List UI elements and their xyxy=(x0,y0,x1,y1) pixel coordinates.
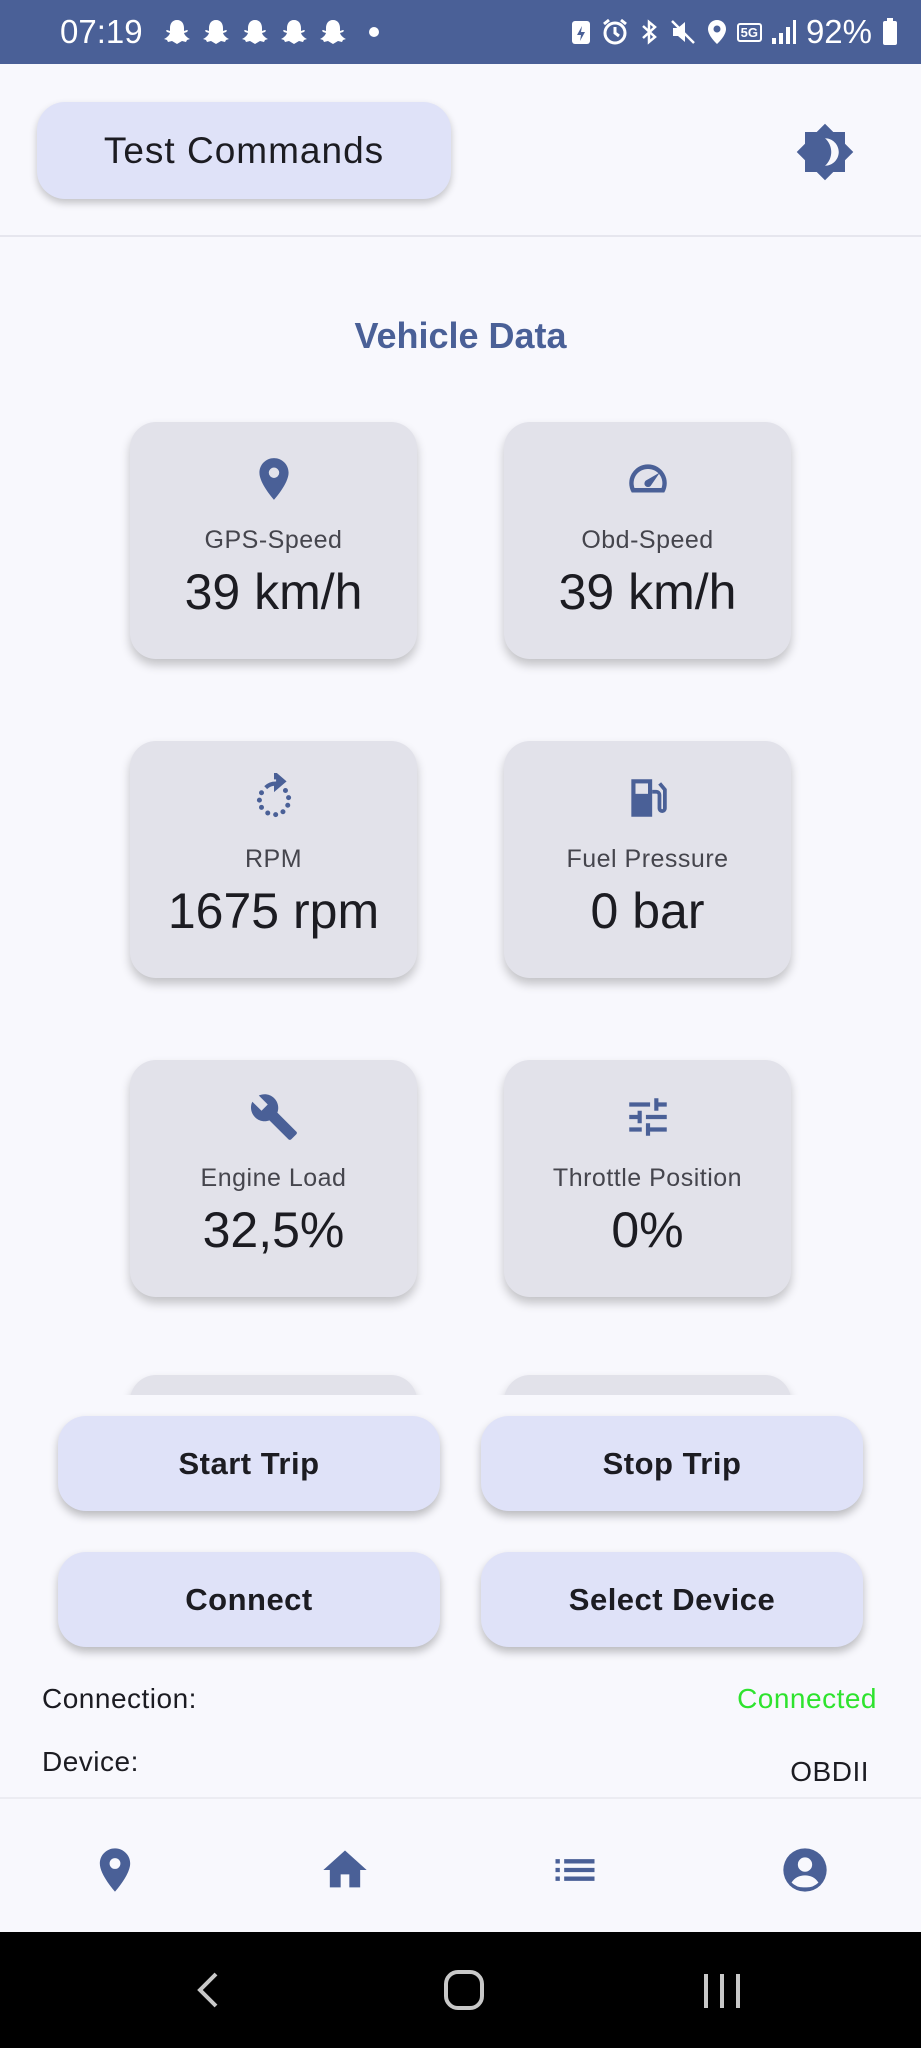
engine-load-card: Engine Load 32,5% xyxy=(130,1060,417,1297)
system-navigation-bar xyxy=(0,1932,921,2048)
wrench-icon xyxy=(250,1094,297,1140)
bottom-navigation xyxy=(0,1797,921,1932)
home-icon xyxy=(323,1850,367,1888)
theme-toggle-button[interactable] xyxy=(795,122,855,182)
snapchat-icon xyxy=(241,20,268,44)
battery-icon xyxy=(883,18,897,45)
start-trip-button[interactable]: Start Trip xyxy=(58,1416,440,1511)
home-square-icon xyxy=(444,1970,484,2010)
test-commands-button[interactable]: Test Commands xyxy=(37,102,451,199)
connect-button[interactable]: Connect xyxy=(58,1552,440,1647)
app-bar: Test Commands xyxy=(0,64,921,237)
gps-speed-card: GPS-Speed 39 km/h xyxy=(130,422,417,659)
recents-icon xyxy=(704,1974,740,2008)
snapchat-icon xyxy=(163,20,190,44)
rpm-card: RPM 1675 rpm xyxy=(130,741,417,978)
system-back-button[interactable] xyxy=(180,1962,236,2018)
battery-percent: 92% xyxy=(805,13,872,50)
connection-status: Connected xyxy=(737,1683,877,1714)
back-icon xyxy=(197,1972,218,2008)
hidden-card xyxy=(504,1375,791,1395)
battery-saver-icon xyxy=(571,21,590,44)
device-name: OBDII xyxy=(790,1756,869,1787)
account-icon xyxy=(783,1848,827,1892)
speedometer-icon xyxy=(628,464,667,493)
card-value: 39 km/h xyxy=(184,564,363,620)
system-home-button[interactable] xyxy=(436,1962,492,2018)
obd-speed-card: Obd-Speed 39 km/h xyxy=(504,422,791,659)
nav-home[interactable] xyxy=(319,1844,371,1896)
card-label: Fuel Pressure xyxy=(566,845,729,873)
connection-label: Connection: xyxy=(42,1683,197,1714)
brightness-icon xyxy=(796,123,854,181)
signal-icon xyxy=(771,20,796,44)
select-device-button[interactable]: Select Device xyxy=(481,1552,863,1647)
card-label: Obd-Speed xyxy=(581,526,714,554)
card-label: Throttle Position xyxy=(552,1164,743,1192)
status-bar: 07:19 5G 92% xyxy=(0,0,921,64)
list-icon xyxy=(555,1859,595,1881)
section-title: Vehicle Data xyxy=(354,315,567,356)
card-value: 0% xyxy=(611,1202,684,1258)
status-time: 07:19 xyxy=(60,13,143,50)
stop-trip-button[interactable]: Stop Trip xyxy=(481,1416,863,1511)
card-value: 32,5% xyxy=(202,1202,345,1258)
alarm-icon xyxy=(602,18,627,45)
location-pin-icon xyxy=(99,1848,131,1892)
card-value: 1675 rpm xyxy=(167,883,380,939)
snapchat-icon xyxy=(319,20,346,44)
rotate-icon xyxy=(256,773,291,818)
hidden-card xyxy=(130,1375,417,1395)
bluetooth-icon xyxy=(641,19,657,45)
mute-icon xyxy=(670,20,695,44)
card-label: Engine Load xyxy=(200,1164,347,1192)
card-value: 0 bar xyxy=(590,883,705,939)
snapchat-icon xyxy=(202,20,229,44)
nav-list[interactable] xyxy=(549,1844,601,1896)
location-icon xyxy=(707,20,726,44)
card-label: RPM xyxy=(244,845,303,873)
fuel-pressure-card: Fuel Pressure 0 bar xyxy=(504,741,791,978)
snapchat-icon xyxy=(280,20,307,44)
nav-account[interactable] xyxy=(779,1844,831,1896)
card-value: 39 km/h xyxy=(558,564,737,620)
nav-map[interactable] xyxy=(89,1844,141,1896)
device-label: Device: xyxy=(42,1746,139,1777)
location-pin-icon xyxy=(258,458,289,500)
cards-overflow xyxy=(0,1370,921,1395)
network-type: 5G xyxy=(736,22,762,42)
fuel-pump-icon xyxy=(630,779,667,817)
card-label: GPS-Speed xyxy=(204,526,343,554)
sliders-icon xyxy=(628,1098,667,1136)
throttle-position-card: Throttle Position 0% xyxy=(504,1060,791,1297)
system-recents-button[interactable] xyxy=(694,1962,750,2018)
notification-dot-icon xyxy=(368,27,379,37)
